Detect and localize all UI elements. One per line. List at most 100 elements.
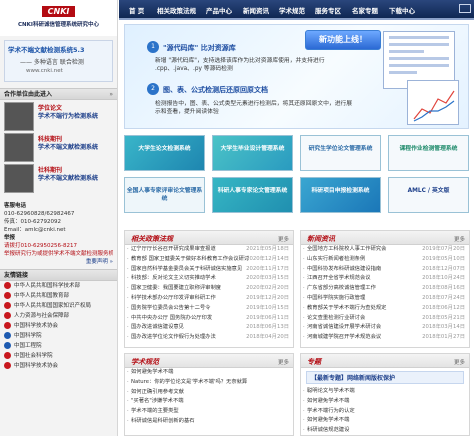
news-list-item[interactable]: 山东实行新闻者检测条例 2019年05月10日 [301, 255, 469, 265]
cnki-logo-mark[interactable]: CNKI [41, 6, 76, 17]
topics-more-link[interactable]: 更多 [454, 358, 465, 366]
unit-entry-3[interactable]: 社科期刊 学术不端文献检测系统 [4, 164, 113, 193]
item-title[interactable]: 如何正确引用参考文献 [131, 389, 184, 395]
friend-link[interactable]: 中国社会科学院 [0, 351, 117, 361]
unit-entry-1[interactable]: 学位论文 学术不端行为检测系统 [4, 102, 113, 131]
item-title[interactable]: 江西召开全省学术规范会议 [307, 275, 371, 281]
policy-more-link[interactable]: 更多 [278, 235, 289, 243]
policy-list-item[interactable]: 国家自然科学基金委员会关于科研诚信实施意见 2020年11月17日 [125, 265, 293, 275]
norm-list-item[interactable]: 科研诚信是科研创新的基石 [125, 417, 293, 427]
policy-list-item[interactable]: 中共中央办公厅 国务院办公厅印发 2019年06月11日 [125, 314, 293, 324]
nav-service[interactable]: 服务专区 [315, 5, 341, 15]
item-title[interactable]: 教育部 国家卫健委关于做好本科教育工作会议研讨 [131, 256, 249, 262]
topic-list-item[interactable]: 聪明论文与学术不端 [301, 387, 469, 397]
friend-link[interactable]: 中华人民共和国科学技术部 [0, 281, 117, 291]
norm-list-item[interactable]: 学术不端的主要类型 [125, 407, 293, 417]
item-title[interactable]: 科学技术部办公厅印发评审科研工作 [131, 295, 216, 301]
item-title[interactable]: 国家卫健委：我国要建立职称评审制度 [131, 285, 221, 291]
item-title[interactable]: 河南城建学院召开学术规范会议 [307, 334, 381, 340]
news-list-item[interactable]: 教育部关于学术不端行为查处规定 2018年06月12日 [301, 304, 469, 314]
friend-link[interactable]: 中国工程院 [0, 341, 117, 351]
friend-link[interactable]: 中国科学技术协会 [0, 321, 117, 331]
friend-link[interactable]: 中国科学院 [0, 331, 117, 341]
item-title[interactable]: 科研诚信是科研创新的基石 [131, 418, 195, 424]
policy-list-item[interactable]: 教育部 国家卫健委关于做好本科教育工作会议研讨2020年12月14日 [125, 255, 293, 265]
item-title[interactable]: 学术不端行为的认定 [307, 408, 355, 414]
news-list-item[interactable]: 中国科学院实施行政管理 2018年07月24日 [301, 294, 469, 304]
news-list-item[interactable]: 全国地方工科院校人事工作研究会 2019年07月20日 [301, 245, 469, 255]
item-title[interactable]: Nature：你的学位论文是'学术不端'吗？无奈就算 [131, 379, 247, 385]
news-list-item[interactable]: 河南城建学院召开学术规范会议 2018年01月27日 [301, 333, 469, 343]
topic-list-item[interactable]: 科研诚信规范建设 [301, 426, 469, 436]
policy-title[interactable]: 相关政策法规 [131, 234, 173, 244]
norms-title[interactable]: 学术规范 [131, 357, 159, 367]
home-icon[interactable] [459, 4, 471, 13]
friend-link[interactable]: 人力资源与社会保障部 [0, 311, 117, 321]
product-tile-5[interactable]: 全国人事专家评审论文管理系统 [124, 177, 205, 213]
item-title[interactable]: 国办改进学位论文作假行为处理办法 [131, 334, 216, 340]
news-list-item[interactable]: 中国科协发布科研诚信建设指南 2018年12月07日 [301, 265, 469, 275]
product-tile-6[interactable]: 科研人事专家论文管理系统 [212, 177, 293, 213]
policy-list-item[interactable]: 国家卫健委：我国要建立职称评审制度 2020年02月20日 [125, 284, 293, 294]
item-title[interactable]: 河南省诚信建设开展学术研讨会 [307, 324, 381, 330]
nav-home[interactable]: 首 页 [129, 5, 144, 15]
item-title[interactable]: 中国科协发布科研诚信建设指南 [307, 266, 381, 272]
news-list-item[interactable]: 河南省诚信建设开展学术研讨会 2018年03月14日 [301, 323, 469, 333]
item-title[interactable]: 如何避免学术不端 [131, 369, 173, 375]
topics-title[interactable]: 专题 [307, 357, 321, 367]
topic-list-item[interactable]: 如何避免学术不端 [301, 397, 469, 407]
nav-news[interactable]: 新闻资讯 [243, 5, 269, 15]
policy-list-item[interactable]: 科技部：反对论文主义切实推动学术 2020年03月15日 [125, 274, 293, 284]
site-logo[interactable]: CNKI CNKI科研诚信管理系统研究中心 [0, 0, 117, 36]
nav-products[interactable]: 产品中心 [206, 5, 232, 15]
item-title[interactable]: 中国科学院实施行政管理 [307, 295, 365, 301]
news-list-item[interactable]: 论文查重检测行业研讨会 2018年05月21日 [301, 314, 469, 324]
product-tile-7[interactable]: 科研项目申报检测系统 [300, 177, 381, 213]
units-more-link[interactable]: » [109, 89, 113, 100]
item-title[interactable]: 聪明论文与学术不端 [307, 388, 355, 394]
norm-list-item[interactable]: 如何正确引用参考文献 [125, 388, 293, 398]
friend-link[interactable]: 中国科学技术协会 [0, 361, 117, 371]
promo-banner[interactable]: 学术不端文献检测系统5.3 —— 多种语言 联合检测 www.cnki.net [4, 40, 113, 82]
product-tile-4[interactable]: 课程作业检测管理系统 [388, 135, 469, 171]
item-title[interactable]: "买著名"涉嫌学术不端 [131, 398, 184, 404]
nav-downloads[interactable]: 下载中心 [389, 5, 415, 15]
item-title[interactable]: 如何避免学术不端 [307, 398, 349, 404]
item-title[interactable]: 广东省部分高校诚信管理工作 [307, 285, 376, 291]
topic-list-item[interactable]: 学术不端行为的认定 [301, 407, 469, 417]
news-list-item[interactable]: 江西召开全省学术规范会议 2018年10月24日 [301, 274, 469, 284]
item-title[interactable]: 科研诚信规范建设 [307, 427, 349, 433]
norms-more-link[interactable]: 更多 [278, 358, 289, 366]
product-tile-1[interactable]: 大学生论文检测系统 [124, 135, 205, 171]
policy-list-item[interactable]: 辽宁厅厅长谷召开研究成果审查报道 2021年05月18日 [125, 245, 293, 255]
friend-link[interactable]: 中华人民共和国教育部 [0, 291, 117, 301]
policy-list-item[interactable]: 国办改进诚信建设意见 2018年06月13日 [125, 323, 293, 333]
item-title[interactable]: 山东实行新闻者检测条例 [307, 256, 365, 262]
topic-list-item[interactable]: 如何避免学术不端 [301, 416, 469, 426]
friend-link[interactable]: 中华人民共和国国家知识产权局 [0, 301, 117, 311]
nav-policy[interactable]: 相关政策法规 [157, 5, 196, 15]
news-list-item[interactable]: 广东省部分高校诚信管理工作 2018年08月16日 [301, 284, 469, 294]
topic-banner[interactable]: 【最新专题】网络新闻版权保护 [306, 371, 464, 384]
norm-list-item[interactable]: Nature：你的学位论文是'学术不端'吗？无奈就算 [125, 378, 293, 388]
item-title[interactable]: 学术不端的主要类型 [131, 408, 179, 414]
policy-list-item[interactable]: 国务院学位委员会公告第十二号令 2019年10月15日 [125, 304, 293, 314]
item-title[interactable]: 如何避免学术不端 [307, 417, 349, 423]
item-title[interactable]: 国办改进诚信建设意见 [131, 324, 184, 330]
item-title[interactable]: 中共中央办公厅 国务院办公厅印发 [131, 315, 212, 321]
item-title[interactable]: 教育部关于学术不端行为查处规定 [307, 305, 386, 311]
item-title[interactable]: 全国地方工科院校人事工作研究会 [307, 246, 386, 252]
nav-norms[interactable]: 学术规范 [279, 5, 305, 15]
norm-list-item[interactable]: "买著名"涉嫌学术不端 [125, 397, 293, 407]
unit-entry-2[interactable]: 科技期刊 学术不端文献检测系统 [4, 133, 113, 162]
nav-experts[interactable]: 名家专题 [352, 5, 378, 15]
item-title[interactable]: 论文查重检测行业研讨会 [307, 315, 365, 321]
item-title[interactable]: 国务院学位委员会公告第十二号令 [131, 305, 210, 311]
product-tile-8[interactable]: AMLC / 英文版 [388, 177, 469, 213]
item-title[interactable]: 辽宁厅厅长谷召开研究成果审查报道 [131, 246, 216, 252]
statement-link[interactable]: 重要声明 » [4, 258, 113, 266]
policy-list-item[interactable]: 科学技术部办公厅印发评审科研工作 2019年12月20日 [125, 294, 293, 304]
item-title[interactable]: 科技部：反对论文主义切实推动学术 [131, 275, 216, 281]
product-tile-2[interactable]: 大学生毕业设计管理系统 [212, 135, 293, 171]
news-title[interactable]: 新闻资讯 [307, 234, 335, 244]
